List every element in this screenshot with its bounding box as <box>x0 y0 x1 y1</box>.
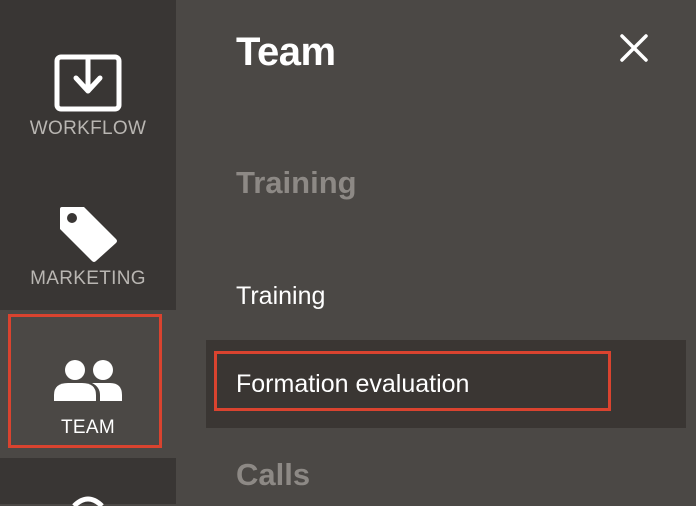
team-panel: Team Training Training Formation evaluat… <box>176 0 696 504</box>
sidebar-item-team[interactable]: TEAM <box>0 310 176 458</box>
menu-item-formation-evaluation[interactable]: Formation evaluation <box>206 340 686 428</box>
sidebar-item-partial[interactable] <box>0 458 176 506</box>
download-box-icon <box>54 54 122 112</box>
sidebar-item-label: MARKETING <box>30 268 146 289</box>
close-icon[interactable] <box>618 32 650 64</box>
sidebar: WORKFLOW MARKETING TEAM <box>0 0 176 506</box>
section-heading-training: Training <box>236 165 357 200</box>
sidebar-item-label: TEAM <box>61 417 115 438</box>
partial-icon <box>72 496 104 506</box>
panel-title: Team <box>236 30 336 74</box>
sidebar-item-label: WORKFLOW <box>29 118 147 139</box>
menu-item-training[interactable]: Training <box>206 252 686 340</box>
section-heading-calls: Calls <box>236 457 311 492</box>
sidebar-item-workflow[interactable]: WORKFLOW <box>0 0 176 160</box>
people-icon <box>54 360 122 401</box>
sidebar-item-marketing[interactable]: MARKETING <box>0 160 176 310</box>
tag-icon <box>60 207 117 262</box>
